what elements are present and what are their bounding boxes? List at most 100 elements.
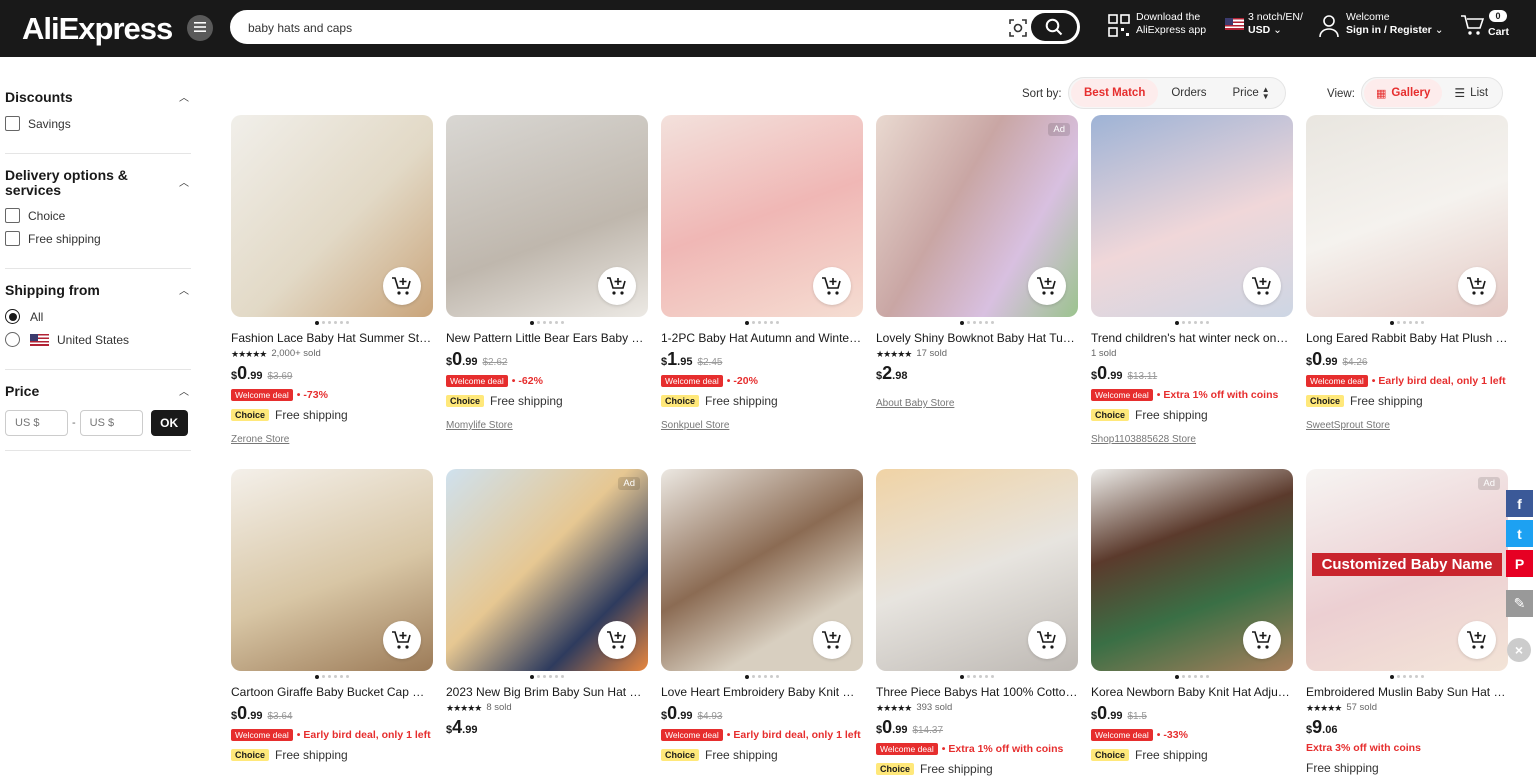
product-image[interactable]: Ad (446, 469, 648, 671)
carousel-dots[interactable] (1306, 320, 1508, 326)
add-to-cart-button[interactable] (1028, 621, 1066, 659)
add-to-cart-button[interactable] (383, 621, 421, 659)
carousel-dots[interactable] (661, 674, 863, 680)
product-card[interactable]: Love Heart Embroidery Baby Knit Hat Warm… (661, 469, 863, 762)
add-to-cart-button[interactable] (813, 621, 851, 659)
product-card[interactable]: Ad 2023 New Big Brim Baby Sun Hat Summer ★… (446, 469, 648, 740)
product-card[interactable]: Three Piece Babys Hat 100% Cotton Newbor… (876, 469, 1078, 776)
locale-selector[interactable]: 3 notch/EN/ USD ⌄ (1248, 11, 1303, 37)
savings-option[interactable]: Savings (5, 116, 191, 131)
cart-label[interactable]: Cart (1488, 26, 1509, 39)
product-card[interactable]: Cartoon Giraffe Baby Bucket Cap Outdoor … (231, 469, 433, 762)
product-image[interactable] (231, 115, 433, 317)
download-app-link[interactable]: Download the AliExpress app (1136, 11, 1206, 37)
edit-icon[interactable]: ✎ (1506, 590, 1533, 617)
store-link[interactable]: SweetSprout Store (1306, 420, 1508, 431)
product-image[interactable]: Ad (876, 115, 1078, 317)
store-link[interactable]: Momylife Store (446, 420, 648, 431)
carousel-dots[interactable] (661, 320, 863, 326)
product-title[interactable]: Cartoon Giraffe Baby Bucket Cap Outdoor … (231, 685, 433, 700)
add-to-cart-button[interactable] (1458, 621, 1496, 659)
choice-checkbox[interactable] (5, 208, 20, 223)
sort-orders[interactable]: Orders (1158, 79, 1219, 107)
add-to-cart-button[interactable] (598, 621, 636, 659)
add-to-cart-button[interactable] (1028, 267, 1066, 305)
add-to-cart-button[interactable] (383, 267, 421, 305)
view-list[interactable]: ☰ List (1442, 79, 1500, 107)
product-title[interactable]: Love Heart Embroidery Baby Knit Hat Warm (661, 685, 863, 700)
product-image[interactable] (446, 115, 648, 317)
product-image[interactable] (1091, 115, 1293, 317)
carousel-dots[interactable] (446, 320, 648, 326)
user-icon[interactable] (1319, 14, 1339, 42)
product-card[interactable]: Ad Lovely Shiny Bowknot Baby Hat Turban H… (876, 115, 1078, 409)
add-to-cart-button[interactable] (598, 267, 636, 305)
carousel-dots[interactable] (231, 674, 433, 680)
store-link[interactable]: Zerone Store (231, 434, 433, 445)
twitter-share-icon[interactable]: t (1506, 520, 1533, 547)
carousel-dots[interactable] (876, 320, 1078, 326)
pinterest-share-icon[interactable]: P (1506, 550, 1533, 577)
add-to-cart-button[interactable] (813, 267, 851, 305)
chevron-up-icon[interactable]: ︿ (179, 385, 189, 400)
product-card[interactable]: Long Eared Rabbit Baby Hat Plush Beanie $… (1306, 115, 1508, 431)
product-title[interactable]: Trend children's hat winter neck one-pie… (1091, 331, 1293, 346)
chevron-up-icon[interactable]: ︿ (179, 91, 189, 106)
ship-from-us-option[interactable]: United States (5, 332, 191, 347)
view-gallery[interactable]: ▦ Gallery (1364, 79, 1443, 107)
qr-code-icon[interactable] (1108, 14, 1134, 40)
product-image[interactable] (231, 469, 433, 671)
product-image[interactable] (876, 469, 1078, 671)
product-card[interactable]: Trend children's hat winter neck one-pie… (1091, 115, 1293, 445)
max-price-input[interactable] (79, 410, 143, 436)
savings-checkbox[interactable] (5, 116, 20, 131)
category-menu-button[interactable] (187, 15, 213, 41)
product-image[interactable]: Ad Customized Baby Name (1306, 469, 1508, 671)
carousel-dots[interactable] (1091, 674, 1293, 680)
product-card[interactable]: New Pattern Little Bear Ears Baby Knitte… (446, 115, 648, 431)
product-image[interactable] (1091, 469, 1293, 671)
product-card[interactable]: Korea Newborn Baby Knit Hat Adjustable $0… (1091, 469, 1293, 762)
store-link[interactable]: Sonkpuel Store (661, 420, 863, 431)
sign-in-register-link[interactable]: Sign in / Register (1346, 24, 1432, 36)
sort-price[interactable]: Price ▲ ▼ (1220, 79, 1283, 107)
all-radio[interactable] (5, 309, 20, 324)
free-shipping-option[interactable]: Free shipping (5, 231, 191, 246)
product-image[interactable] (661, 115, 863, 317)
product-image[interactable] (661, 469, 863, 671)
product-title[interactable]: Long Eared Rabbit Baby Hat Plush Beanie (1306, 331, 1508, 346)
add-to-cart-button[interactable] (1458, 267, 1496, 305)
aliexpress-logo[interactable]: AliExpress (22, 11, 173, 47)
product-image[interactable] (1306, 115, 1508, 317)
store-link[interactable]: About Baby Store (876, 398, 1078, 409)
product-title[interactable]: Fashion Lace Baby Hat Summer Straw Sun H… (231, 331, 433, 346)
product-title[interactable]: Korea Newborn Baby Knit Hat Adjustable (1091, 685, 1293, 700)
store-link[interactable]: Shop1103885628 Store (1091, 434, 1293, 445)
sort-best-match[interactable]: Best Match (1071, 79, 1159, 107)
add-to-cart-button[interactable] (1243, 267, 1281, 305)
carousel-dots[interactable] (1306, 674, 1508, 680)
search-button[interactable] (1031, 13, 1077, 41)
carousel-dots[interactable] (876, 674, 1078, 680)
image-search-icon[interactable] (1008, 18, 1028, 38)
product-card[interactable]: Ad Customized Baby Name Embroidered Muslin… (1306, 469, 1508, 775)
choice-option[interactable]: Choice (5, 208, 191, 223)
account-menu[interactable]: Welcome Sign in / Register ⌄ (1346, 11, 1444, 37)
product-title[interactable]: 2023 New Big Brim Baby Sun Hat Summer (446, 685, 648, 700)
cart-icon[interactable] (1460, 14, 1485, 40)
chevron-up-icon[interactable]: ︿ (179, 176, 189, 191)
product-card[interactable]: Fashion Lace Baby Hat Summer Straw Sun H… (231, 115, 433, 445)
close-share-icon[interactable]: × (1507, 638, 1531, 662)
search-input[interactable] (248, 18, 988, 38)
min-price-input[interactable] (5, 410, 68, 436)
carousel-dots[interactable] (231, 320, 433, 326)
product-card[interactable]: 1-2PC Baby Hat Autumn and Winter Knitted… (661, 115, 863, 431)
add-to-cart-button[interactable] (1243, 621, 1281, 659)
price-ok-button[interactable]: OK (150, 410, 188, 436)
facebook-share-icon[interactable]: f (1506, 490, 1533, 517)
product-title[interactable]: New Pattern Little Bear Ears Baby Knitte… (446, 331, 648, 346)
carousel-dots[interactable] (446, 674, 648, 680)
ship-from-all-option[interactable]: All (5, 309, 191, 324)
chevron-up-icon[interactable]: ︿ (179, 284, 189, 299)
free-shipping-checkbox[interactable] (5, 231, 20, 246)
